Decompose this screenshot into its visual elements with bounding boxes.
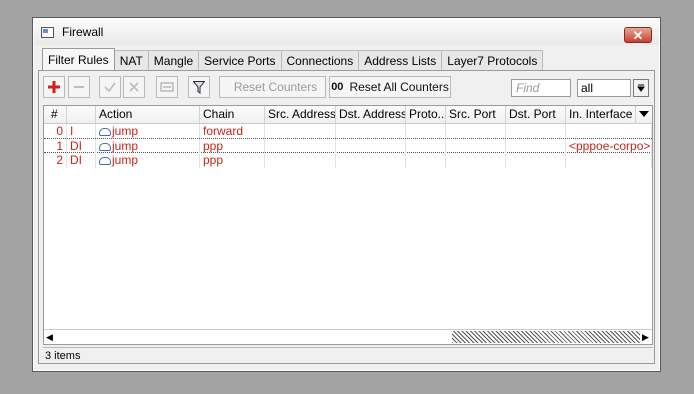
table-row[interactable]: 2 DI jump ppp: [44, 153, 652, 168]
row-in-interface: [566, 124, 652, 139]
row-src-address: [265, 124, 336, 139]
comment-button[interactable]: [156, 76, 178, 98]
col-dst-port[interactable]: Dst. Port: [506, 106, 566, 123]
row-flags: DI: [67, 153, 96, 168]
row-action-label: jump: [112, 153, 139, 167]
reset-counters-button[interactable]: Reset Counters: [219, 76, 326, 98]
columns-menu-button[interactable]: [636, 106, 652, 123]
row-action-label: jump: [112, 124, 139, 138]
row-dst-address: [336, 153, 406, 168]
row-flags: I: [67, 124, 96, 139]
col-dst-address[interactable]: Dst. Address: [336, 106, 406, 123]
title-bar[interactable]: Firewall ✕: [34, 19, 659, 45]
find-input[interactable]: Find: [511, 79, 571, 97]
row-src-port: [446, 153, 506, 168]
row-dst-address: [336, 124, 406, 139]
tab-filter-rules[interactable]: Filter Rules: [42, 48, 115, 70]
item-count: 3 items: [45, 350, 81, 362]
firewall-window: Firewall ✕ Filter Rules NAT Mangle Servi…: [32, 17, 661, 372]
filter-select[interactable]: all: [577, 79, 631, 97]
disable-button[interactable]: [123, 76, 145, 98]
rules-table: # Action Chain Src. Address Dst. Address…: [43, 105, 653, 345]
cross-icon: [129, 82, 139, 92]
row-protocol: [406, 124, 446, 139]
filter-rules-panel: Reset Counters 00 Reset All Counters Fin…: [38, 70, 655, 364]
jump-icon: [99, 143, 111, 151]
row-dst-port: [506, 124, 566, 139]
row-dst-port: [506, 153, 566, 168]
add-button[interactable]: [43, 76, 65, 98]
row-number: 1: [44, 139, 67, 154]
toolbar: Reset Counters 00 Reset All Counters Fin…: [43, 76, 650, 100]
table-row[interactable]: 0 I jump forward: [44, 124, 652, 139]
tab-nat[interactable]: NAT: [113, 50, 149, 70]
col-protocol[interactable]: Proto...: [406, 106, 446, 123]
row-number: 0: [44, 124, 67, 139]
row-dst-address: [336, 139, 406, 154]
remove-button[interactable]: [68, 76, 90, 98]
row-in-interface: [566, 153, 652, 168]
row-src-port: [446, 139, 506, 154]
status-bar: 3 items: [43, 347, 653, 363]
row-in-interface: <pppoe-corpo>: [566, 139, 652, 154]
row-protocol: [406, 139, 446, 154]
row-chain: forward: [200, 124, 265, 139]
dropdown-arrow-icon: [637, 84, 645, 92]
col-action[interactable]: Action: [96, 106, 200, 123]
col-chain[interactable]: Chain: [200, 106, 265, 123]
reset-all-counters-button[interactable]: 00 Reset All Counters: [329, 76, 451, 98]
plus-icon: [48, 81, 60, 93]
tab-layer7-protocols[interactable]: Layer7 Protocols: [441, 50, 544, 70]
jump-icon: [99, 157, 111, 165]
row-dst-port: [506, 139, 566, 154]
scroll-right-arrow[interactable]: ▶: [642, 332, 650, 342]
jump-icon: [99, 128, 111, 136]
col-flags[interactable]: [67, 106, 96, 123]
row-action: jump: [96, 153, 200, 168]
col-src-address[interactable]: Src. Address: [265, 106, 336, 123]
row-src-port: [446, 124, 506, 139]
comment-icon: [160, 82, 174, 92]
row-action: jump: [96, 139, 200, 154]
table-header: # Action Chain Src. Address Dst. Address…: [44, 106, 652, 124]
col-number[interactable]: #: [44, 106, 67, 123]
reset-all-icon: 00: [331, 81, 344, 93]
check-icon: [104, 82, 116, 93]
minus-icon: [74, 86, 84, 88]
enable-button[interactable]: [99, 76, 121, 98]
horizontal-scrollbar[interactable]: ◀ ▶: [44, 329, 652, 344]
window-title: Firewall: [62, 25, 104, 39]
row-src-address: [265, 139, 336, 154]
reset-counters-label: Reset Counters: [233, 80, 318, 94]
chevron-down-icon: [639, 111, 649, 117]
tab-connections[interactable]: Connections: [280, 50, 360, 70]
row-protocol: [406, 153, 446, 168]
tab-mangle[interactable]: Mangle: [147, 50, 200, 70]
filter-button[interactable]: [188, 76, 210, 98]
row-src-address: [265, 153, 336, 168]
row-chain: ppp: [200, 139, 265, 154]
reset-all-counters-label: Reset All Counters: [349, 80, 449, 94]
row-flags: DI: [67, 139, 96, 154]
funnel-icon: [193, 80, 205, 94]
filter-dropdown-button[interactable]: [633, 79, 649, 97]
scroll-thumb[interactable]: [452, 331, 640, 343]
col-in-interface[interactable]: In. Interface: [566, 106, 636, 123]
tab-bar: Filter Rules NAT Mangle Service Ports Co…: [42, 48, 544, 70]
window-icon: [41, 27, 54, 38]
row-action-label: jump: [112, 139, 139, 153]
row-chain: ppp: [200, 153, 265, 168]
row-action: jump: [96, 124, 200, 139]
tab-service-ports[interactable]: Service Ports: [198, 50, 282, 70]
scroll-left-arrow[interactable]: ◀: [46, 332, 54, 342]
col-src-port[interactable]: Src. Port: [446, 106, 506, 123]
tab-address-lists[interactable]: Address Lists: [358, 50, 443, 70]
close-button[interactable]: ✕: [624, 27, 652, 43]
table-row[interactable]: 1 DI jump ppp <pppoe-corpo>: [44, 138, 652, 154]
row-number: 2: [44, 153, 67, 168]
